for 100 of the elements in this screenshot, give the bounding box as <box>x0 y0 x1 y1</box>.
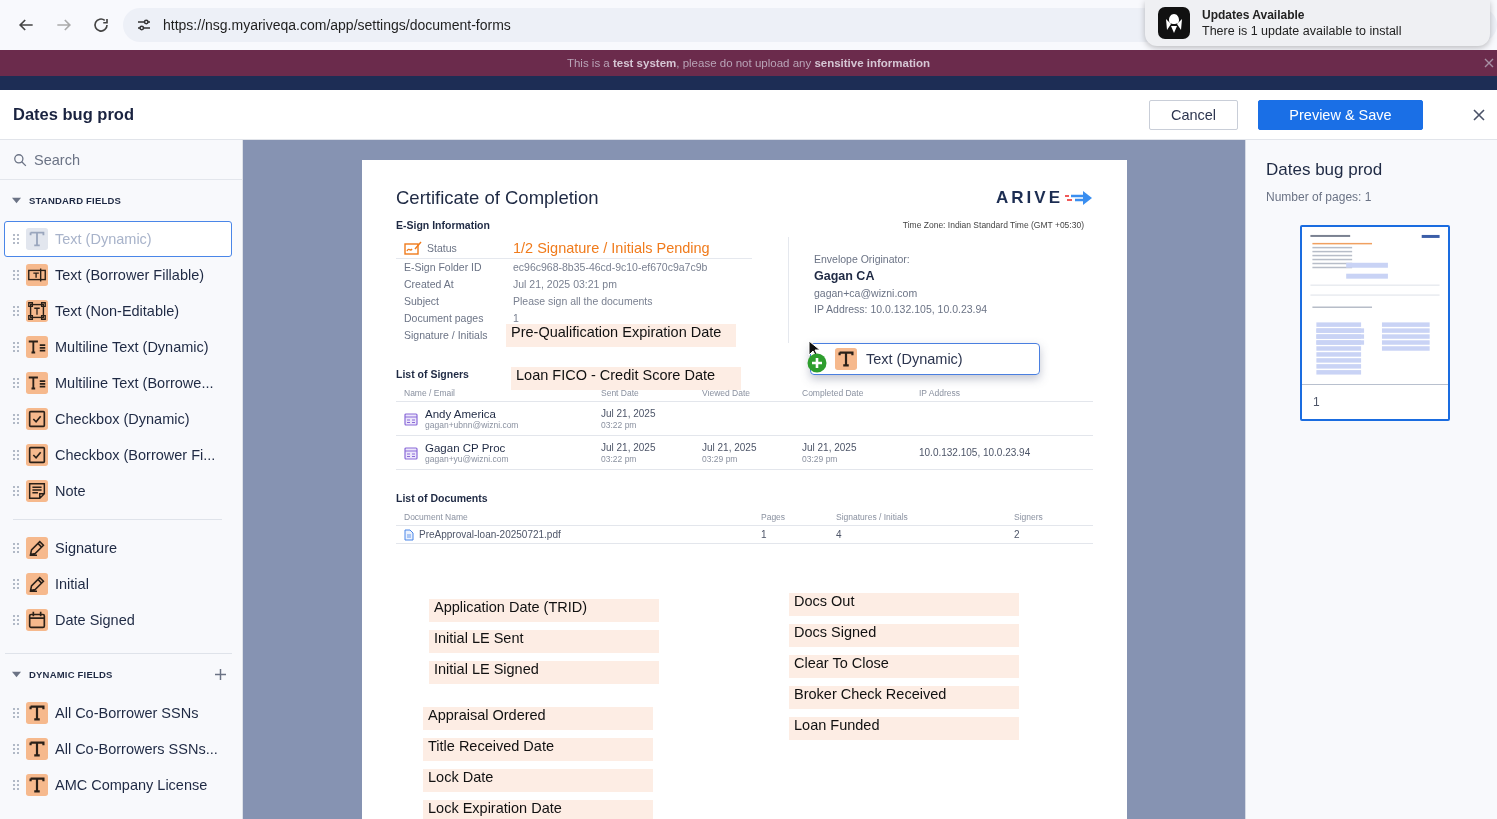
drag-handle-icon[interactable] <box>13 543 19 553</box>
checkbox-icon <box>26 444 48 466</box>
info-label: Created At <box>404 277 455 292</box>
search-field[interactable]: Search <box>34 151 214 168</box>
text-icon <box>26 228 48 250</box>
drag-handle-icon[interactable] <box>13 306 19 316</box>
column-header: Sent Date <box>601 388 639 398</box>
field-item[interactable]: Text (Non-Editable) <box>4 293 232 329</box>
column-header: Signatures / Initials <box>836 512 908 522</box>
section-title: DYNAMIC FIELDS <box>29 668 114 680</box>
date-text: Jul 21, 2025 <box>702 441 758 453</box>
contact-card-icon <box>404 445 418 460</box>
close-icon[interactable] <box>1484 58 1494 68</box>
page-count: Number of pages: 1 <box>1266 190 1373 204</box>
calendar-icon <box>26 609 48 631</box>
field-item[interactable]: Multiline Text (Borrowe... <box>4 365 232 401</box>
column-header: Pages <box>761 512 786 522</box>
info-label: Subject <box>404 294 441 309</box>
placed-field[interactable]: Docs Signed <box>789 624 1019 647</box>
update-notification[interactable]: Updates Available There is 1 update available to install <box>1145 0 1490 46</box>
placed-field[interactable]: Lock Expiration Date <box>423 800 653 819</box>
collapse-caret-icon[interactable] <box>12 669 21 679</box>
field-item[interactable]: All Co-Borrower SSNs <box>4 695 232 731</box>
originator-email: gagan+ca@wizni.com <box>814 287 919 299</box>
drag-handle-icon[interactable] <box>13 780 19 790</box>
field-item[interactable]: AMC Company License <box>4 767 232 803</box>
placed-field[interactable]: Appraisal Ordered <box>423 707 653 730</box>
placed-field[interactable]: Broker Check Received <box>789 686 1019 709</box>
field-item[interactable]: Signature <box>4 530 232 566</box>
notification-message: There is 1 update available to install <box>1202 24 1402 38</box>
drag-handle-icon[interactable] <box>13 708 19 718</box>
placed-field[interactable]: Lock Date <box>423 769 653 792</box>
page-thumbnail[interactable]: 1 <box>1300 225 1450 421</box>
field-item[interactable]: Text (Borrower Fillable) <box>4 257 232 293</box>
info-value: 1 <box>513 311 520 326</box>
field-item[interactable]: Checkbox (Borrower Fi... <box>4 437 232 473</box>
drag-handle-icon[interactable] <box>13 486 19 496</box>
drag-handle-icon[interactable] <box>13 270 19 280</box>
note-icon <box>26 480 48 502</box>
field-item[interactable]: Note <box>4 473 232 509</box>
time-text: 03:22 pm <box>601 453 638 464</box>
placed-field[interactable]: Docs Out <box>789 593 1019 616</box>
table-cell-text: 2 <box>1014 529 1021 540</box>
certificate-title: Certificate of Completion <box>396 187 599 209</box>
placed-field[interactable]: Clear To Close <box>789 655 1019 678</box>
drag-handle-icon[interactable] <box>13 342 19 352</box>
field-item[interactable]: Checkbox (Dynamic) <box>4 401 232 437</box>
collapse-caret-icon[interactable] <box>12 195 21 205</box>
originator-name: Gagan CA <box>814 269 876 283</box>
file-icon <box>404 528 414 541</box>
arrow-icon <box>1065 190 1093 206</box>
multiline-text-icon <box>26 336 48 358</box>
text-icon <box>26 774 48 796</box>
signature-icon <box>404 240 422 255</box>
drag-handle-icon[interactable] <box>13 378 19 388</box>
reload-icon[interactable] <box>92 16 110 34</box>
ip-address: 10.0.132.105, 10.0.23.94 <box>919 447 1032 458</box>
drag-handle-icon[interactable] <box>13 450 19 460</box>
signer-email: gagan+yu@wizni.com <box>425 453 509 464</box>
preview-save-button[interactable]: Preview & Save <box>1258 99 1423 130</box>
table-cell-text: 1 <box>761 529 768 540</box>
text-field-icon <box>26 264 48 286</box>
logo-text: ARIVE <box>996 188 1063 208</box>
column-header: Completed Date <box>802 388 864 398</box>
signer-name: Gagan CP Proc <box>425 441 507 454</box>
pencil-icon <box>26 537 48 559</box>
time-text: 03:22 pm <box>601 419 638 430</box>
file-name[interactable]: PreApproval-loan-20250721.pdf <box>419 529 561 540</box>
signer-name: Andy America <box>425 407 497 420</box>
pencil-icon <box>26 573 48 595</box>
field-item[interactable]: Initial <box>4 566 232 602</box>
placed-field[interactable]: Initial LE Signed <box>429 661 659 684</box>
drag-handle-icon[interactable] <box>13 579 19 589</box>
column-header: Document Name <box>404 512 468 522</box>
drag-handle-icon[interactable] <box>13 615 19 625</box>
warning-message: This is a test system, please do not upload any sensitive information <box>566 57 931 69</box>
section-title: STANDARD FIELDS <box>29 194 123 206</box>
field-item[interactable]: Multiline Text (Dynamic) <box>4 329 232 365</box>
date-text: Jul 21, 2025 <box>601 441 657 453</box>
drag-handle-icon[interactable] <box>13 414 19 424</box>
originator-ip: IP Address: 10.0.132.105, 10.0.23.94 <box>814 303 988 315</box>
placed-field[interactable]: Application Date (TRID) <box>429 599 659 622</box>
placed-field[interactable]: Loan FICO - Credit Score Date <box>511 367 741 390</box>
placed-field[interactable]: Initial LE Sent <box>429 630 659 653</box>
info-label: E-Sign Folder ID <box>404 260 483 275</box>
placed-field[interactable]: Loan Funded <box>789 717 1019 740</box>
close-icon[interactable] <box>1473 108 1485 121</box>
column-header: Viewed Date <box>702 388 751 398</box>
drag-handle-icon[interactable] <box>13 234 19 244</box>
field-item[interactable]: Date Signed <box>4 602 232 638</box>
status-value: 1/2 Signature / Initials Pending <box>513 239 710 256</box>
search-icon <box>13 152 27 167</box>
drag-handle-icon[interactable] <box>13 744 19 754</box>
cancel-button[interactable]: Cancel <box>1149 99 1238 130</box>
add-icon[interactable] <box>215 668 226 680</box>
text-icon <box>26 702 48 724</box>
field-item[interactable]: All Co-Borrowers SSNs... <box>4 731 232 767</box>
placed-field[interactable]: Title Received Date <box>423 738 653 761</box>
time-text: 03:29 pm <box>802 453 839 464</box>
placed-field[interactable]: Pre-Qualification Expiration Date <box>506 324 736 347</box>
